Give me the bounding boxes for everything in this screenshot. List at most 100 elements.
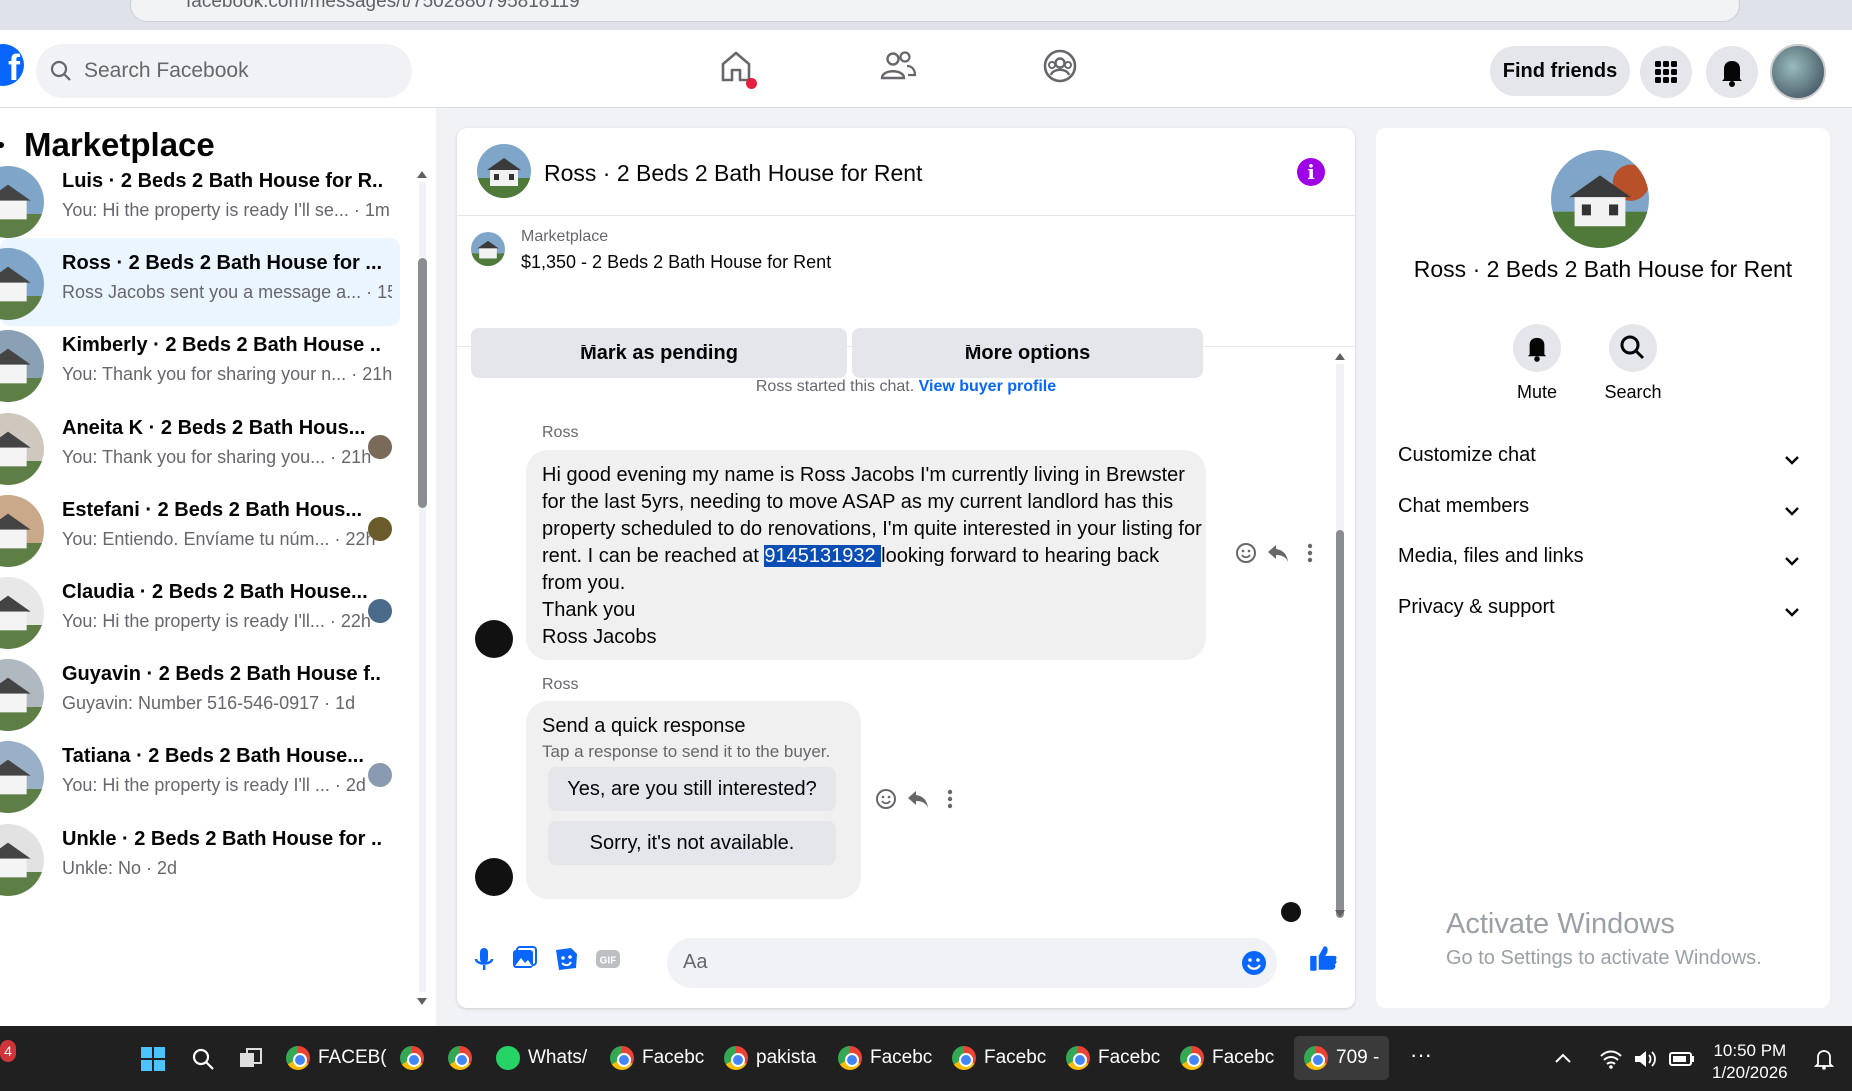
- listing-price-title[interactable]: $1,350 - 2 Beds 2 Bath House for Rent: [521, 252, 831, 273]
- taskbar-chrome-facebook[interactable]: Facebc: [1180, 1046, 1274, 1074]
- photo-icon[interactable]: [509, 944, 539, 974]
- groups-icon[interactable]: [1040, 46, 1080, 86]
- sender-avatar[interactable]: [475, 858, 513, 896]
- reply-icon[interactable]: [905, 786, 931, 812]
- conversation-preview: Guyavin: Number 516-546-0917 · 1d: [62, 693, 392, 714]
- conversation-name: Tatiana · 2 Beds 2 Bath House...: [62, 745, 364, 768]
- scroll-down-icon[interactable]: [1334, 908, 1346, 920]
- conversation-name: Kimberly · 2 Beds 2 Bath House ...: [62, 334, 382, 357]
- profile-avatar[interactable]: [1770, 44, 1826, 100]
- conversation-preview: You: Hi the property is ready I'll... · …: [62, 611, 392, 632]
- address-bar[interactable]: facebook.com/messages/t/7502880795818119: [130, 0, 1740, 22]
- sender-avatar[interactable]: [475, 620, 513, 658]
- notifications-button[interactable]: [1706, 46, 1758, 98]
- message-input[interactable]: Aa: [667, 938, 1277, 988]
- taskbar-chrome-facebook[interactable]: FACEB(: [286, 1046, 387, 1074]
- chat-scroll-thumb[interactable]: [1336, 530, 1344, 918]
- preview-time: 1m: [364, 200, 390, 220]
- volume-icon[interactable]: [1632, 1046, 1658, 1072]
- menu-button[interactable]: [1640, 46, 1692, 98]
- media-files-links-section[interactable]: Media, files and links: [1398, 545, 1808, 585]
- preview-text: You: Hi the property is ready I'll...: [62, 611, 325, 631]
- conversation-preview: You: Hi the property is ready I'll ... ·…: [62, 775, 392, 796]
- notification-bell-icon[interactable]: [1812, 1046, 1836, 1072]
- sidebar-scrollbar[interactable]: [416, 168, 428, 1008]
- scroll-up-icon[interactable]: [1334, 350, 1346, 362]
- sidebar-scroll-thumb[interactable]: [418, 258, 427, 508]
- taskbar-chrome-facebook[interactable]: Facebc: [1066, 1046, 1160, 1074]
- conversation-item[interactable]: Estefani · 2 Beds 2 Bath Hous... You: Ent…: [0, 485, 400, 573]
- view-buyer-profile-link[interactable]: View buyer profile: [919, 378, 1057, 395]
- chat-title[interactable]: Ross · 2 Beds 2 Bath House for Rent: [544, 160, 922, 187]
- info-icon[interactable]: i: [1297, 158, 1325, 186]
- gif-icon[interactable]: GIF: [593, 944, 623, 974]
- preview-text: Unkle: No: [62, 857, 142, 878]
- wifi-icon[interactable]: [1598, 1046, 1624, 1072]
- find-friends-button[interactable]: Find friends: [1490, 46, 1630, 96]
- conversation-item[interactable]: Unkle · 2 Beds 2 Bath House for ... Unkle…: [0, 814, 400, 902]
- customize-chat-section[interactable]: Customize chat: [1398, 444, 1808, 484]
- system-clock[interactable]: 10:50 PM 1/20/2026: [1712, 1040, 1788, 1084]
- battery-icon[interactable]: [1668, 1046, 1696, 1072]
- windows-start-icon[interactable]: [140, 1046, 166, 1072]
- friends-icon[interactable]: [878, 46, 918, 86]
- microphone-icon[interactable]: [469, 944, 499, 974]
- emoji-react-icon[interactable]: [1233, 540, 1259, 566]
- chat-avatar[interactable]: [477, 144, 531, 198]
- privacy-support-section[interactable]: Privacy & support: [1398, 596, 1808, 636]
- more-options-button[interactable]: More options: [852, 328, 1203, 378]
- more-actions-icon[interactable]: [937, 786, 963, 812]
- highlighted-phone[interactable]: 9145131932: [764, 545, 882, 567]
- chat-scrollbar[interactable]: [1333, 350, 1347, 920]
- message-input-placeholder: Aa: [683, 951, 708, 973]
- chat-members-section[interactable]: Chat members: [1398, 495, 1808, 535]
- conversation-item[interactable]: Claudia · 2 Beds 2 Bath House... You: Hi …: [0, 567, 400, 655]
- conversation-item[interactable]: Aneita K · 2 Beds 2 Bath Hous... You: Tha…: [0, 403, 400, 491]
- scroll-up-icon[interactable]: [416, 168, 428, 180]
- facebook-logo[interactable]: f: [0, 44, 24, 88]
- taskbar-chrome-pakistan[interactable]: pakista: [724, 1046, 816, 1074]
- preview-text: You: Thank you for sharing you...: [62, 446, 326, 467]
- taskbar-chrome-facebook[interactable]: Facebc: [610, 1046, 704, 1074]
- url-text: facebook.com/messages/t/7502880795818119: [186, 0, 580, 12]
- thumbs-up-icon[interactable]: [1307, 942, 1339, 974]
- mark-pending-button[interactable]: Mark as pending: [471, 328, 847, 378]
- taskbar-chrome[interactable]: [448, 1046, 480, 1074]
- taskbar-label: Facebc: [1212, 1047, 1275, 1069]
- quick-reply-not-available[interactable]: Sorry, it's not available.: [548, 821, 836, 865]
- conversation-name: Claudia · 2 Beds 2 Bath House...: [62, 581, 368, 603]
- taskbar-chrome[interactable]: [400, 1046, 432, 1074]
- search-conversation-button[interactable]: Search: [1588, 324, 1678, 403]
- quick-reply-still-interested[interactable]: Yes, are you still interested?: [548, 767, 836, 811]
- conversation-item[interactable]: Kimberly · 2 Beds 2 Bath House ... You: T…: [0, 320, 400, 408]
- reply-icon[interactable]: [1265, 540, 1291, 566]
- task-view-icon[interactable]: [238, 1046, 264, 1072]
- emoji-icon[interactable]: [1239, 948, 1269, 978]
- conversation-name: Ross · 2 Beds 2 Bath House for ...: [62, 252, 382, 275]
- taskbar-chrome-active[interactable]: 709 -: [1294, 1036, 1390, 1080]
- listing-avatar-large[interactable]: [1551, 150, 1649, 248]
- conversation-item[interactable]: Ross · 2 Beds 2 Bath House for ... Ross J…: [0, 238, 400, 327]
- conversation-thumbnail: [0, 577, 44, 649]
- listing-thumbnail[interactable]: [471, 232, 505, 266]
- conversation-item[interactable]: Tatiana · 2 Beds 2 Bath House... You: Hi …: [0, 731, 400, 819]
- taskbar-whatsapp[interactable]: Whats/: [496, 1046, 587, 1074]
- taskbar-overflow-icon[interactable]: ···: [1410, 1042, 1432, 1070]
- message-bubble[interactable]: Hi good evening my name is Ross Jacobs I…: [526, 450, 1206, 660]
- sticker-icon[interactable]: [551, 944, 581, 974]
- started-text: Ross started this chat.: [755, 378, 915, 395]
- activate-title: Activate Windows: [1446, 908, 1675, 940]
- emoji-react-icon[interactable]: [873, 786, 899, 812]
- conversation-item[interactable]: Guyavin · 2 Beds 2 Bath House f... Guyavi…: [0, 649, 400, 737]
- taskbar-chrome-facebook[interactable]: Facebc: [952, 1046, 1046, 1074]
- chevron-up-icon[interactable]: [1552, 1048, 1574, 1070]
- taskbar-search-icon[interactable]: [190, 1046, 216, 1072]
- more-actions-icon[interactable]: [1297, 540, 1323, 566]
- conversation-thumbnail: [0, 330, 44, 403]
- mute-button[interactable]: Mute: [1492, 324, 1582, 403]
- conversation-item[interactable]: Luis · 2 Beds 2 Bath House for R... You: …: [0, 156, 400, 244]
- search-input[interactable]: Search Facebook: [36, 44, 412, 98]
- message-text-signature: Ross Jacobs: [542, 626, 657, 648]
- scroll-down-icon[interactable]: [416, 996, 428, 1008]
- taskbar-chrome-facebook[interactable]: Facebc: [838, 1046, 932, 1074]
